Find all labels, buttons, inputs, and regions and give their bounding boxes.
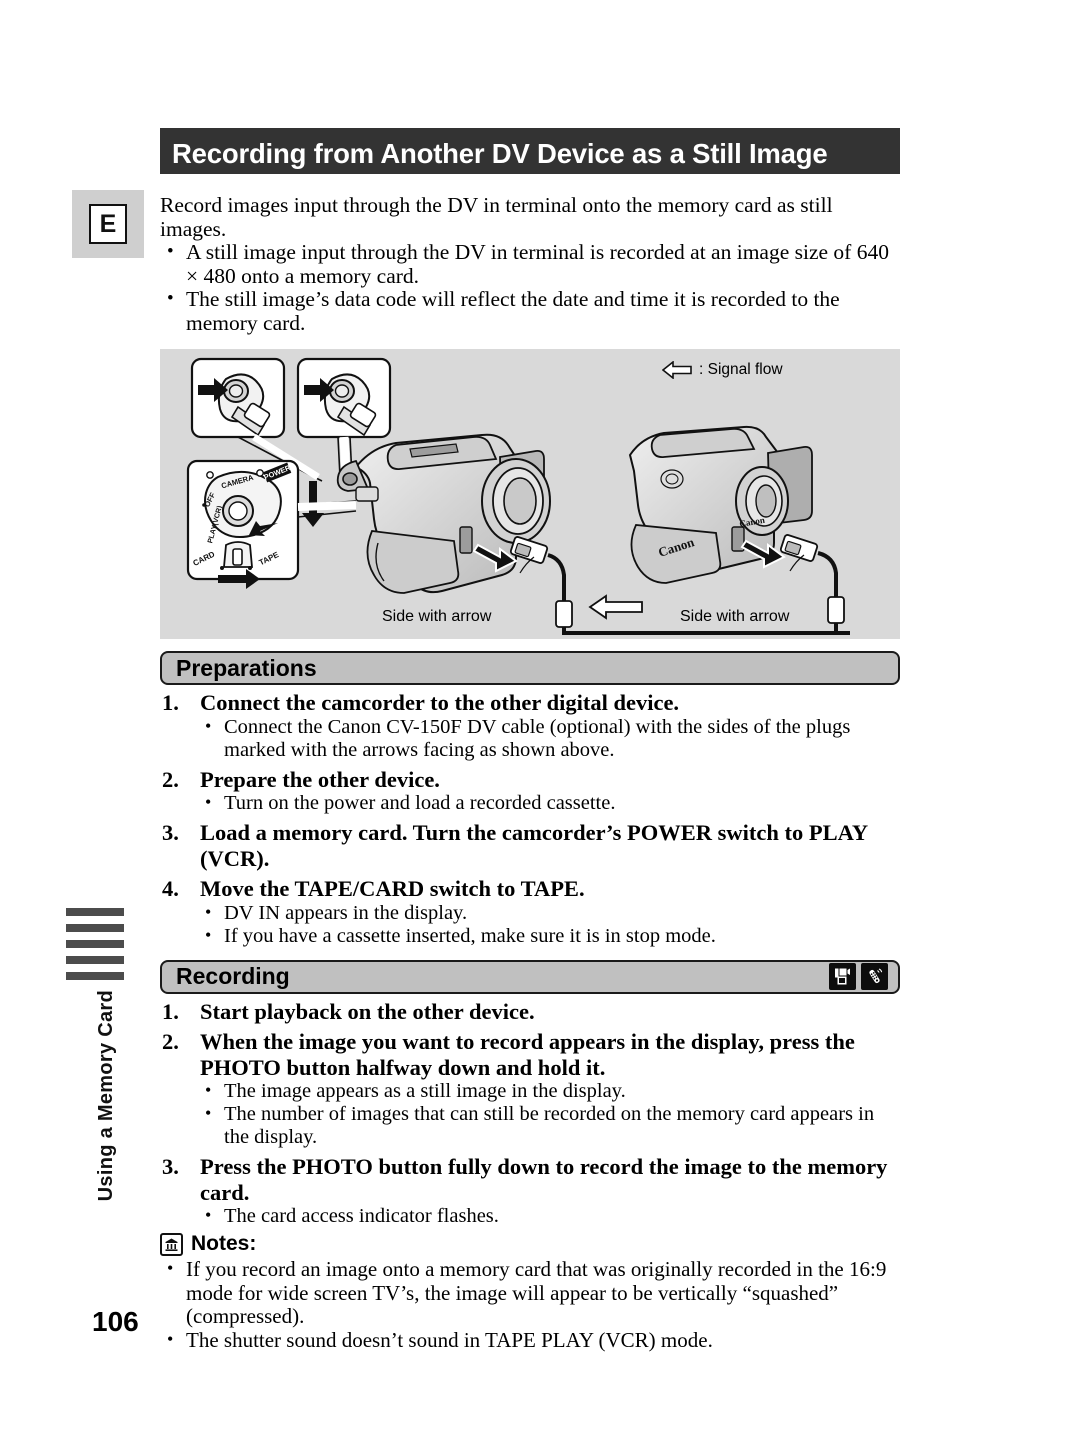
step-number: 1. <box>162 998 179 1024</box>
list-item: If you have a cassette inserted, make su… <box>200 924 900 948</box>
dv-cable-right <box>779 534 845 631</box>
chapter-label: Using a Memory Card <box>95 990 117 1202</box>
memory-card-icon <box>160 1232 183 1256</box>
step-sub-list: The image appears as a still image in th… <box>200 1079 900 1149</box>
preparations-steps: 1. Connect the camcorder to the other di… <box>160 690 900 948</box>
list-item: The shutter sound doesn’t sound in TAPE … <box>160 1328 900 1353</box>
chapter-marker-bar <box>66 956 124 964</box>
step-item: 4. Move the TAPE/CARD switch to TAPE. DV… <box>160 876 900 948</box>
signal-flow-legend: : Signal flow <box>662 361 783 379</box>
language-tab: E <box>72 190 144 258</box>
step-text: When the image you want to record appear… <box>200 1029 855 1080</box>
notes-title: Notes: <box>191 1232 257 1255</box>
callout-photo-button-2 <box>296 357 392 439</box>
step-text: Press the PHOTO button fully down to rec… <box>200 1154 888 1205</box>
list-item: The image appears as a still image in th… <box>200 1079 900 1103</box>
list-item: If you record an image onto a memory car… <box>160 1257 900 1329</box>
intro-block: Record images input through the DV in te… <box>160 193 900 335</box>
callout-power-dial: CAMERA OFF PLAY(VCR) POWER CARD TAPE <box>186 459 324 589</box>
step-sub-list: Turn on the power and load a recorded ca… <box>200 791 900 815</box>
camcorder-icon <box>829 963 856 990</box>
notes-list: If you record an image onto a memory car… <box>160 1257 900 1353</box>
page-number: 106 <box>92 1306 139 1337</box>
page-title: Recording from Another DV Device as a St… <box>160 128 900 174</box>
step-number: 4. <box>162 876 179 901</box>
step-text: Load a memory card. Turn the camcorder’s… <box>200 820 868 871</box>
chapter-marker-bar <box>66 924 124 932</box>
camcorder-left-illustration <box>336 433 551 594</box>
step-item: 3. Load a memory card. Turn the camcorde… <box>160 820 900 871</box>
section-title: Preparations <box>176 654 317 681</box>
chapter-marker-bar <box>66 940 124 948</box>
notes-header: Notes: <box>160 1232 900 1256</box>
list-item: Turn on the power and load a recorded ca… <box>200 791 900 815</box>
intro-bullet-list: A still image input through the DV in te… <box>160 240 900 335</box>
connection-diagram: CAMERA OFF PLAY(VCR) POWER CARD TAPE Can… <box>160 349 900 639</box>
chapter-marker-bar <box>66 972 124 980</box>
step-number: 2. <box>162 1029 179 1054</box>
recording-steps: 1. Start playback on the other device. 2… <box>160 999 900 1229</box>
list-item: DV IN appears in the display. <box>200 901 900 925</box>
signal-flow-legend-label: : Signal flow <box>699 361 783 378</box>
step-item: 1. Connect the camcorder to the other di… <box>160 690 900 762</box>
list-item: A still image input through the DV in te… <box>160 240 900 288</box>
callout-photo-button-1 <box>190 357 286 439</box>
list-item: Connect the Canon CV-150F DV cable (opti… <box>200 715 900 762</box>
step-sub-list: Connect the Canon CV-150F DV cable (opti… <box>200 715 900 762</box>
step-number: 1. <box>162 690 179 715</box>
step-sub-list: The card access indicator flashes. <box>200 1204 900 1228</box>
step-number: 3. <box>162 820 179 845</box>
step-text: Prepare the other device. <box>200 766 440 792</box>
step-number: 3. <box>162 1154 179 1179</box>
camcorder-right-illustration: Canon Canon <box>628 425 813 584</box>
list-item: The number of images that can still be r… <box>200 1102 900 1149</box>
caption-side-with-arrow-right: Side with arrow <box>680 608 790 625</box>
step-item: 2. Prepare the other device. Turn on the… <box>160 767 900 816</box>
step-number: 2. <box>162 766 179 792</box>
step-text: Move the TAPE/CARD switch to TAPE. <box>200 876 585 901</box>
connection-diagram-svg: CAMERA OFF PLAY(VCR) POWER CARD TAPE Can… <box>186 357 850 635</box>
language-tab-label: E <box>89 204 127 244</box>
mode-icon-group <box>829 963 898 990</box>
page-content: Recording from Another DV Device as a St… <box>160 128 900 1352</box>
remote-control-icon <box>861 963 888 990</box>
left-arrow-outline-icon <box>662 361 692 379</box>
section-header-recording: Recording <box>160 959 900 994</box>
section-header-preparations: Preparations <box>160 651 900 685</box>
step-text: Connect the camcorder to the other digit… <box>200 690 680 715</box>
step-text: Start playback on the other device. <box>200 998 535 1024</box>
step-item: 1. Start playback on the other device. <box>160 999 900 1025</box>
chapter-marker-bar <box>66 908 124 916</box>
list-item: The card access indicator flashes. <box>200 1204 900 1228</box>
step-item: 2. When the image you want to record app… <box>160 1029 900 1149</box>
intro-paragraph: Record images input through the DV in te… <box>160 193 833 241</box>
step-item: 3. Press the PHOTO button fully down to … <box>160 1154 900 1228</box>
chapter-marker <box>66 908 124 988</box>
signal-flow-arrow-inline <box>588 594 643 620</box>
section-title: Recording <box>176 963 290 989</box>
step-sub-list: DV IN appears in the display. If you hav… <box>200 901 900 948</box>
caption-side-with-arrow-left: Side with arrow <box>382 608 492 625</box>
list-item: The still image’s data code will reflect… <box>160 287 900 335</box>
